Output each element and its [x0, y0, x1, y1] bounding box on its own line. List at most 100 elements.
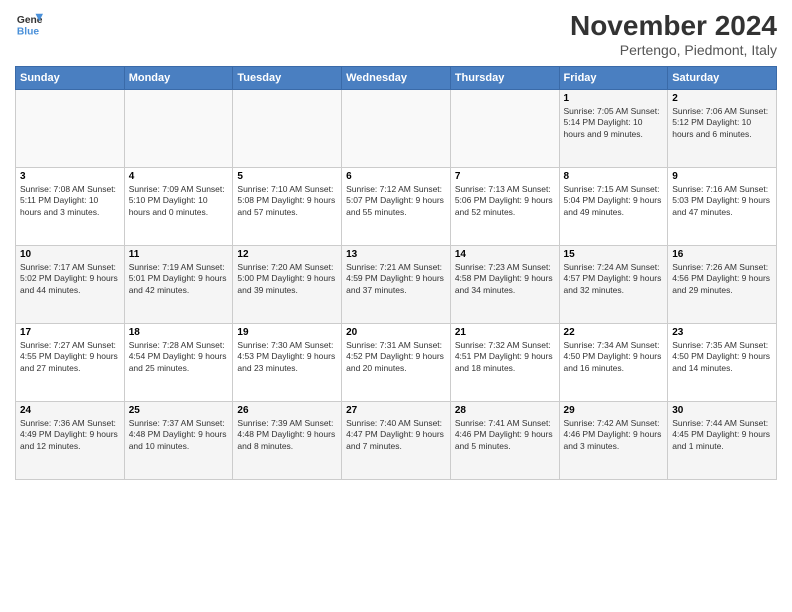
day-info: Sunrise: 7:17 AM Sunset: 5:02 PM Dayligh… — [20, 262, 120, 296]
col-sunday: Sunday — [16, 67, 125, 90]
day-info: Sunrise: 7:37 AM Sunset: 4:48 PM Dayligh… — [129, 418, 229, 452]
logo-icon: General Blue — [15, 10, 43, 38]
calendar-cell: 15 Sunrise: 7:24 AM Sunset: 4:57 PM Dayli… — [559, 246, 668, 324]
day-info: Sunrise: 7:06 AM Sunset: 5:12 PM Dayligh… — [672, 106, 772, 140]
day-number: 8 — [564, 171, 664, 182]
day-number: 24 — [20, 405, 120, 416]
calendar-cell — [450, 90, 559, 168]
calendar-week-5: 24 Sunrise: 7:36 AM Sunset: 4:49 PM Dayli… — [16, 402, 777, 480]
calendar-cell — [16, 90, 125, 168]
calendar-cell: 12 Sunrise: 7:20 AM Sunset: 5:00 PM Dayli… — [233, 246, 342, 324]
calendar-cell: 19 Sunrise: 7:30 AM Sunset: 4:53 PM Dayli… — [233, 324, 342, 402]
calendar-cell: 7 Sunrise: 7:13 AM Sunset: 5:06 PM Daylig… — [450, 168, 559, 246]
day-number: 29 — [564, 405, 664, 416]
subtitle: Pertengo, Piedmont, Italy — [570, 42, 777, 58]
calendar-cell: 27 Sunrise: 7:40 AM Sunset: 4:47 PM Dayli… — [342, 402, 451, 480]
calendar-cell: 1 Sunrise: 7:05 AM Sunset: 5:14 PM Daylig… — [559, 90, 668, 168]
day-info: Sunrise: 7:05 AM Sunset: 5:14 PM Dayligh… — [564, 106, 664, 140]
calendar-cell: 4 Sunrise: 7:09 AM Sunset: 5:10 PM Daylig… — [124, 168, 233, 246]
day-number: 20 — [346, 327, 446, 338]
calendar-cell: 22 Sunrise: 7:34 AM Sunset: 4:50 PM Dayli… — [559, 324, 668, 402]
calendar-cell: 17 Sunrise: 7:27 AM Sunset: 4:55 PM Dayli… — [16, 324, 125, 402]
day-number: 19 — [237, 327, 337, 338]
calendar-cell: 6 Sunrise: 7:12 AM Sunset: 5:07 PM Daylig… — [342, 168, 451, 246]
day-info: Sunrise: 7:08 AM Sunset: 5:11 PM Dayligh… — [20, 184, 120, 218]
col-monday: Monday — [124, 67, 233, 90]
calendar-cell: 9Sunrise: 7:16 AM Sunset: 5:03 PM Daylig… — [668, 168, 777, 246]
day-number: 13 — [346, 249, 446, 260]
day-info: Sunrise: 7:40 AM Sunset: 4:47 PM Dayligh… — [346, 418, 446, 452]
day-info: Sunrise: 7:19 AM Sunset: 5:01 PM Dayligh… — [129, 262, 229, 296]
calendar-cell: 18 Sunrise: 7:28 AM Sunset: 4:54 PM Dayli… — [124, 324, 233, 402]
day-number: 23 — [672, 327, 772, 338]
day-info: Sunrise: 7:09 AM Sunset: 5:10 PM Dayligh… — [129, 184, 229, 218]
day-number: 1 — [564, 93, 664, 104]
day-number: 15 — [564, 249, 664, 260]
day-info: Sunrise: 7:24 AM Sunset: 4:57 PM Dayligh… — [564, 262, 664, 296]
day-number: 22 — [564, 327, 664, 338]
calendar-cell: 10 Sunrise: 7:17 AM Sunset: 5:02 PM Dayli… — [16, 246, 125, 324]
calendar: Sunday Monday Tuesday Wednesday Thursday… — [15, 66, 777, 480]
day-number: 27 — [346, 405, 446, 416]
day-number: 14 — [455, 249, 555, 260]
main-title: November 2024 — [570, 10, 777, 42]
col-saturday: Saturday — [668, 67, 777, 90]
day-info: Sunrise: 7:28 AM Sunset: 4:54 PM Dayligh… — [129, 340, 229, 374]
calendar-cell: 5 Sunrise: 7:10 AM Sunset: 5:08 PM Daylig… — [233, 168, 342, 246]
col-wednesday: Wednesday — [342, 67, 451, 90]
calendar-cell: 14 Sunrise: 7:23 AM Sunset: 4:58 PM Dayli… — [450, 246, 559, 324]
calendar-cell: 26Sunrise: 7:39 AM Sunset: 4:48 PM Dayli… — [233, 402, 342, 480]
day-number: 16 — [672, 249, 772, 260]
calendar-cell: 3 Sunrise: 7:08 AM Sunset: 5:11 PM Daylig… — [16, 168, 125, 246]
day-number: 10 — [20, 249, 120, 260]
calendar-week-3: 10 Sunrise: 7:17 AM Sunset: 5:02 PM Dayli… — [16, 246, 777, 324]
day-info: Sunrise: 7:35 AM Sunset: 4:50 PM Dayligh… — [672, 340, 772, 374]
day-info: Sunrise: 7:13 AM Sunset: 5:06 PM Dayligh… — [455, 184, 555, 218]
calendar-cell: 30 Sunrise: 7:44 AM Sunset: 4:45 PM Dayli… — [668, 402, 777, 480]
calendar-cell: 16 Sunrise: 7:26 AM Sunset: 4:56 PM Dayli… — [668, 246, 777, 324]
day-number: 30 — [672, 405, 772, 416]
calendar-cell: 2Sunrise: 7:06 AM Sunset: 5:12 PM Daylig… — [668, 90, 777, 168]
day-info: Sunrise: 7:41 AM Sunset: 4:46 PM Dayligh… — [455, 418, 555, 452]
day-info: Sunrise: 7:12 AM Sunset: 5:07 PM Dayligh… — [346, 184, 446, 218]
day-info: Sunrise: 7:27 AM Sunset: 4:55 PM Dayligh… — [20, 340, 120, 374]
logo: General Blue — [15, 10, 43, 38]
day-number: 5 — [237, 171, 337, 182]
day-info: Sunrise: 7:20 AM Sunset: 5:00 PM Dayligh… — [237, 262, 337, 296]
day-info: Sunrise: 7:23 AM Sunset: 4:58 PM Dayligh… — [455, 262, 555, 296]
day-info: Sunrise: 7:30 AM Sunset: 4:53 PM Dayligh… — [237, 340, 337, 374]
day-number: 21 — [455, 327, 555, 338]
day-info: Sunrise: 7:44 AM Sunset: 4:45 PM Dayligh… — [672, 418, 772, 452]
calendar-cell — [342, 90, 451, 168]
day-info: Sunrise: 7:36 AM Sunset: 4:49 PM Dayligh… — [20, 418, 120, 452]
day-number: 17 — [20, 327, 120, 338]
day-number: 11 — [129, 249, 229, 260]
header: General Blue November 2024 Pertengo, Pie… — [15, 10, 777, 58]
calendar-cell: 24 Sunrise: 7:36 AM Sunset: 4:49 PM Dayli… — [16, 402, 125, 480]
day-info: Sunrise: 7:26 AM Sunset: 4:56 PM Dayligh… — [672, 262, 772, 296]
calendar-cell: 25Sunrise: 7:37 AM Sunset: 4:48 PM Dayli… — [124, 402, 233, 480]
calendar-cell: 13 Sunrise: 7:21 AM Sunset: 4:59 PM Dayli… — [342, 246, 451, 324]
day-info: Sunrise: 7:16 AM Sunset: 5:03 PM Dayligh… — [672, 184, 772, 218]
col-friday: Friday — [559, 67, 668, 90]
day-info: Sunrise: 7:15 AM Sunset: 5:04 PM Dayligh… — [564, 184, 664, 218]
calendar-cell: 8 Sunrise: 7:15 AM Sunset: 5:04 PM Daylig… — [559, 168, 668, 246]
day-info: Sunrise: 7:21 AM Sunset: 4:59 PM Dayligh… — [346, 262, 446, 296]
day-info: Sunrise: 7:10 AM Sunset: 5:08 PM Dayligh… — [237, 184, 337, 218]
page: General Blue November 2024 Pertengo, Pie… — [0, 0, 792, 612]
day-number: 3 — [20, 171, 120, 182]
calendar-cell: 23 Sunrise: 7:35 AM Sunset: 4:50 PM Dayli… — [668, 324, 777, 402]
day-number: 6 — [346, 171, 446, 182]
calendar-cell: 29Sunrise: 7:42 AM Sunset: 4:46 PM Dayli… — [559, 402, 668, 480]
day-info: Sunrise: 7:34 AM Sunset: 4:50 PM Dayligh… — [564, 340, 664, 374]
calendar-cell — [124, 90, 233, 168]
day-number: 18 — [129, 327, 229, 338]
calendar-cell: 20Sunrise: 7:31 AM Sunset: 4:52 PM Dayli… — [342, 324, 451, 402]
day-number: 4 — [129, 171, 229, 182]
col-tuesday: Tuesday — [233, 67, 342, 90]
day-number: 12 — [237, 249, 337, 260]
col-thursday: Thursday — [450, 67, 559, 90]
title-area: November 2024 Pertengo, Piedmont, Italy — [570, 10, 777, 58]
day-number: 7 — [455, 171, 555, 182]
calendar-week-4: 17 Sunrise: 7:27 AM Sunset: 4:55 PM Dayli… — [16, 324, 777, 402]
